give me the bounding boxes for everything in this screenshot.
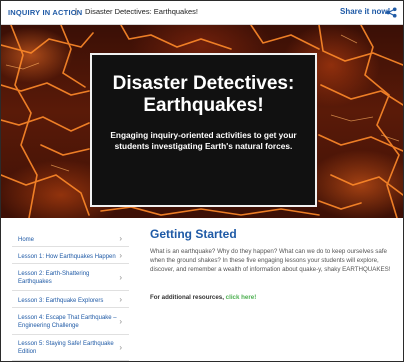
share-button[interactable]: Share it now! <box>340 7 390 16</box>
chevron-right-icon: › <box>119 295 122 304</box>
sidebar-item-lesson-4[interactable]: Lesson 4: Escape That Earthquake – Engin… <box>12 311 129 335</box>
sidebar-item-lesson-1[interactable]: Lesson 1: How Earthquakes Happen › <box>12 249 129 264</box>
hero-banner: Disaster Detectives: Earthquakes! Engagi… <box>1 25 403 218</box>
lesson-sidebar: Home › Lesson 1: How Earthquakes Happen … <box>12 232 129 361</box>
sidebar-item-lesson-5[interactable]: Lesson 5: Staying Safe! Earthquake Editi… <box>12 337 129 361</box>
sidebar-item-label: Lesson 4: Escape That Earthquake – Engin… <box>18 315 117 329</box>
sidebar-item-label: Lesson 3: Earthquake Explorers <box>18 298 104 304</box>
breadcrumb-separator: | <box>75 7 78 16</box>
hero-title-card: Disaster Detectives: Earthquakes! Engagi… <box>90 53 317 207</box>
resources-link[interactable]: click here! <box>226 294 257 301</box>
page-frame: INQUIRY IN ACTION | Disaster Detectives:… <box>0 0 404 362</box>
sidebar-item-home[interactable]: Home › <box>12 232 129 247</box>
sidebar-item-lesson-2[interactable]: Lesson 2: Earth-Shattering Earthquakes › <box>12 267 129 291</box>
sidebar-item-label: Lesson 2: Earth-Shattering Earthquakes <box>18 271 90 285</box>
chevron-right-icon: › <box>119 273 122 282</box>
chevron-right-icon: › <box>119 343 122 352</box>
hero-title: Disaster Detectives: Earthquakes! <box>112 73 295 116</box>
chevron-right-icon: › <box>119 317 122 326</box>
sidebar-item-label: Lesson 1: How Earthquakes Happen <box>18 254 116 260</box>
breadcrumb-section-link[interactable]: INQUIRY IN ACTION <box>8 8 82 17</box>
top-bar: INQUIRY IN ACTION | Disaster Detectives:… <box>1 1 403 25</box>
share-icon[interactable] <box>386 7 397 18</box>
chevron-right-icon: › <box>119 234 122 243</box>
sidebar-item-label: Lesson 5: Staying Safe! Earthquake Editi… <box>18 341 114 355</box>
resources-line: For additional resources, click here! <box>150 294 256 301</box>
sidebar-item-label: Home <box>18 237 35 243</box>
sidebar-item-lesson-3[interactable]: Lesson 3: Earthquake Explorers › <box>12 293 129 308</box>
hero-subtitle: Engaging inquiry-oriented activities to … <box>110 130 297 151</box>
intro-paragraph: What is an earthquake? Why do they happe… <box>150 248 391 273</box>
breadcrumb-current-page: Disaster Detectives: Earthquakes! <box>85 7 198 16</box>
resources-prefix: For additional resources, <box>150 294 224 301</box>
section-title: Getting Started <box>150 227 237 241</box>
chevron-right-icon: › <box>119 251 122 260</box>
